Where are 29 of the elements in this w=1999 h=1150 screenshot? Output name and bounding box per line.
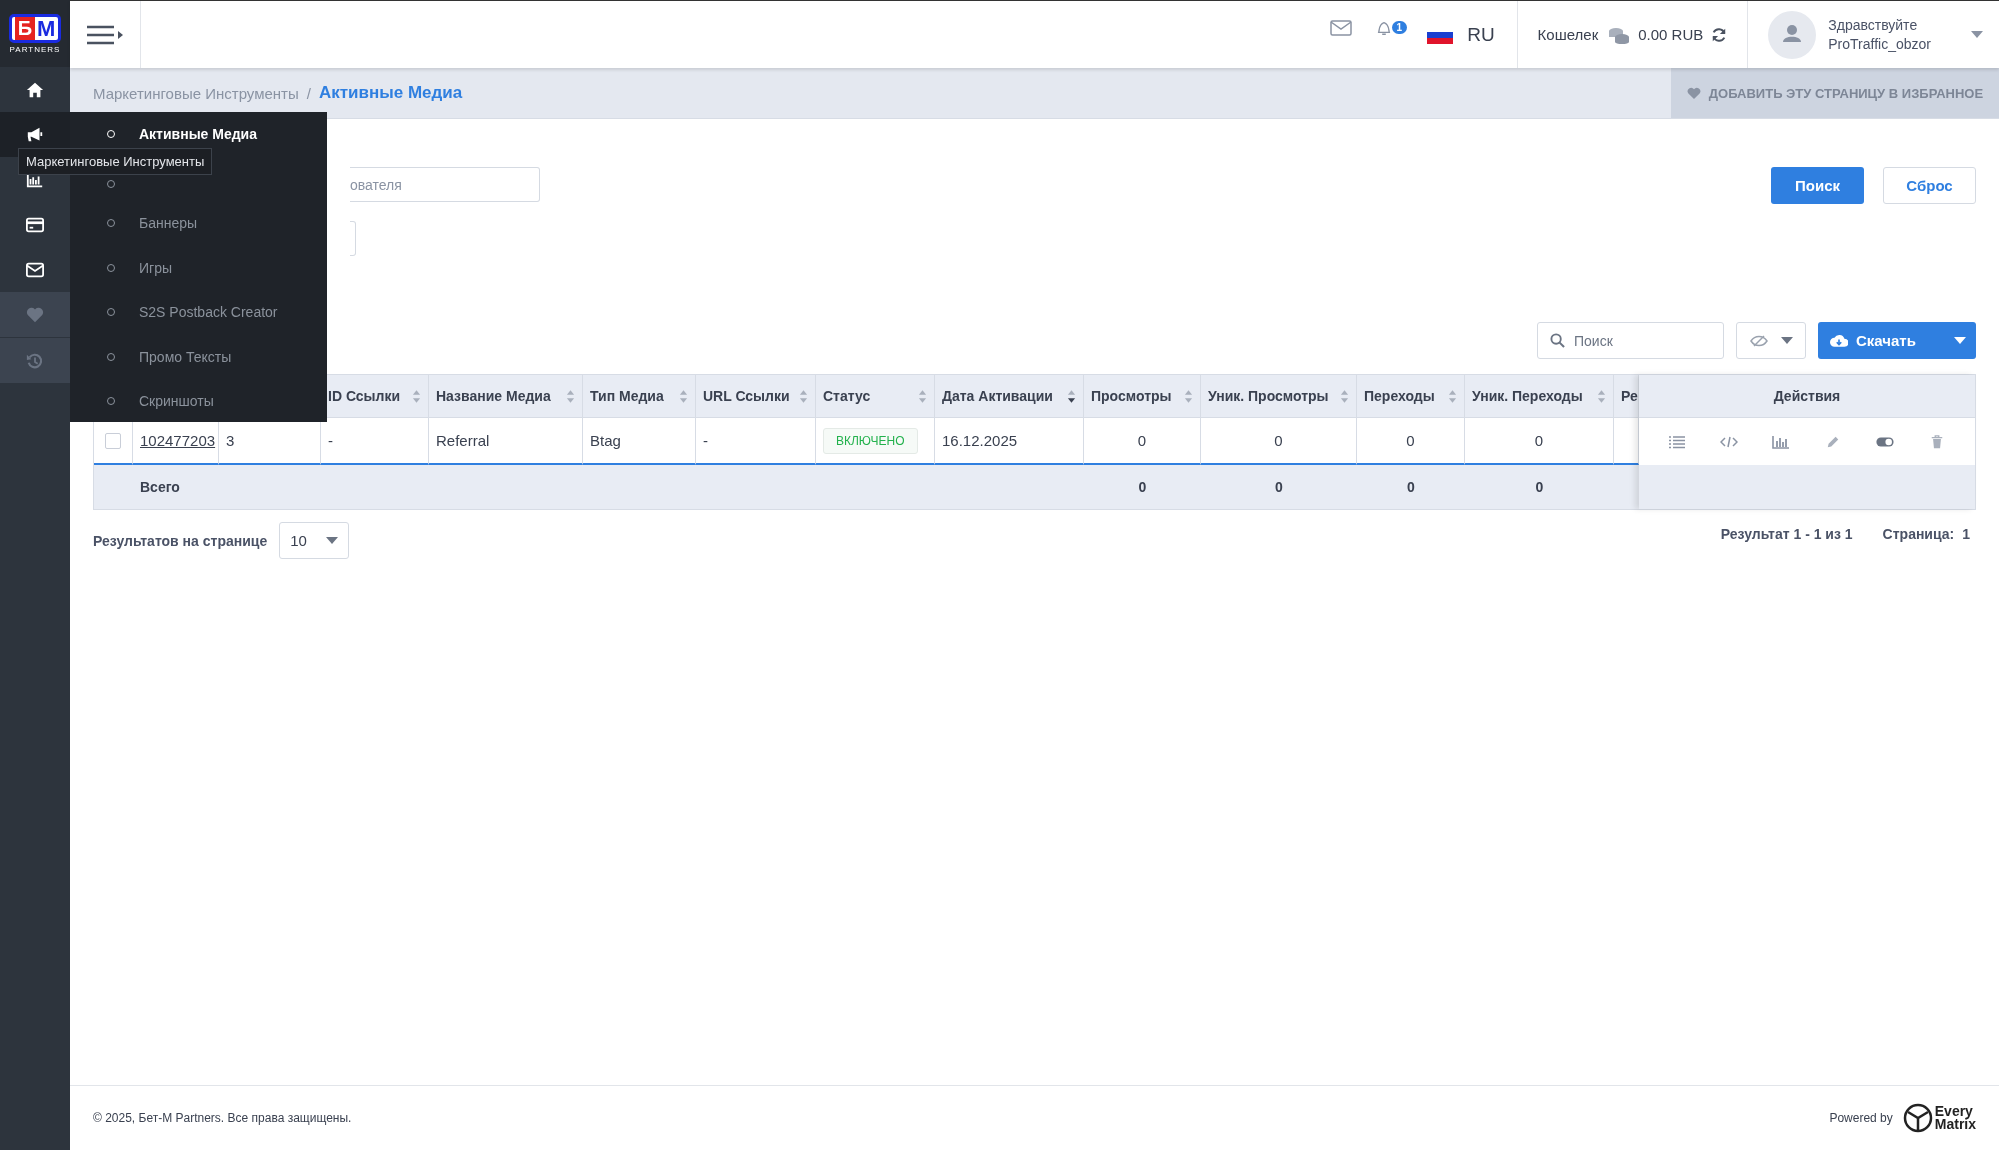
- result-count: Результат 1 - 1 из 1: [1720, 526, 1853, 544]
- page-number: 1: [1962, 526, 1970, 544]
- table-cell: -: [321, 418, 429, 465]
- total-cell: 0: [1084, 465, 1201, 509]
- table-cell: -: [696, 418, 816, 465]
- total-cell: 0: [1357, 465, 1465, 509]
- table-cell: 0: [1357, 418, 1465, 465]
- greeting-text: Здравствуйте: [1828, 15, 1919, 35]
- table-cell: Referral: [429, 418, 583, 465]
- wallet-label: Кошелек: [1537, 26, 1599, 43]
- total-cell: 0: [1201, 465, 1357, 509]
- page-label: Страница:: [1882, 526, 1955, 544]
- breadcrumb-separator: /: [306, 84, 311, 102]
- wallet-balance: 0.00 RUB: [1638, 26, 1704, 43]
- tooltip: Маркетинговые Инструменты: [18, 148, 213, 175]
- table-cell: 0: [1201, 418, 1357, 465]
- table-cell: 16.12.2025: [935, 418, 1084, 465]
- copyright-text: © 2025, Бет-М Partners. Все права защищены.: [93, 1111, 352, 1125]
- table-cell: Btag: [583, 418, 696, 465]
- powered-by-label: Powered by: [1829, 1111, 1893, 1125]
- per-page-label: Результатов на странице: [93, 532, 268, 549]
- total-cell: 0: [1465, 465, 1614, 509]
- notification-badge: 1: [1391, 20, 1408, 34]
- total-cell: Всего: [133, 465, 219, 509]
- actions-header: Действия: [1639, 375, 1975, 418]
- table-cell: 0: [1465, 418, 1614, 465]
- status-badge: ВКЛЮЧЕНО: [823, 427, 918, 454]
- breadcrumb-current: Активные Медиа: [318, 83, 463, 103]
- table-cell: 0: [1084, 418, 1201, 465]
